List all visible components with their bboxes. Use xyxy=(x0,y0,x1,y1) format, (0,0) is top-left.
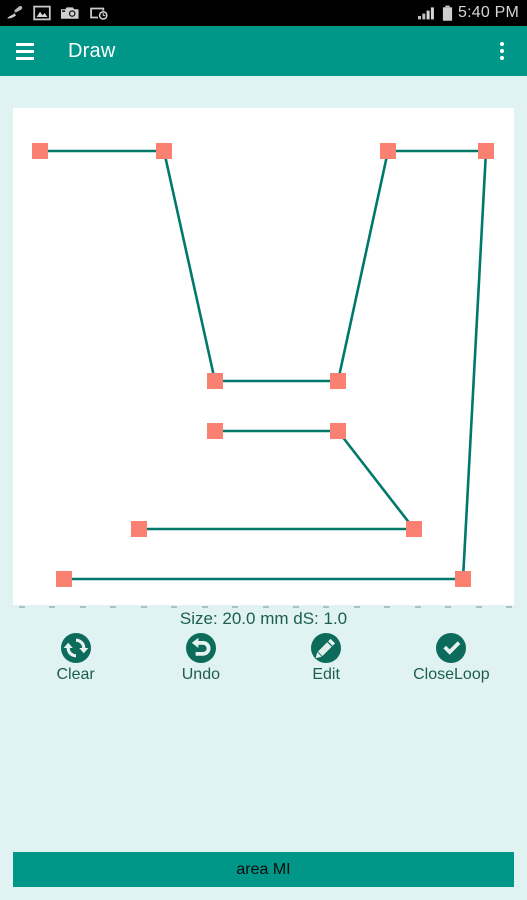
image-icon xyxy=(33,5,51,21)
size-readout: Size: 20.0 mm dS: 1.0 xyxy=(179,609,348,628)
ruler-tick xyxy=(445,606,452,608)
ruler-tick xyxy=(201,606,208,608)
overflow-menu-icon[interactable] xyxy=(491,38,513,64)
ruler-tick xyxy=(262,606,269,608)
edit-button-label: Edit xyxy=(312,666,340,683)
vertex-handle[interactable] xyxy=(380,143,396,159)
ruler-tick xyxy=(323,606,330,608)
ruler-tick xyxy=(414,606,421,608)
app-bar: Draw xyxy=(0,26,527,76)
clear-button[interactable]: Clear xyxy=(13,632,138,690)
undo-button[interactable]: Undo xyxy=(138,632,263,690)
edit-button[interactable]: Edit xyxy=(264,632,389,690)
undo-button-label: Undo xyxy=(181,666,220,683)
ruler-tick xyxy=(506,606,512,608)
vertex-handle[interactable] xyxy=(207,373,223,389)
close-loop-button-label: CloseLoop xyxy=(413,666,490,683)
vertex-handle[interactable] xyxy=(330,423,346,439)
clear-button-label: Clear xyxy=(56,666,95,683)
hamburger-menu-icon[interactable] xyxy=(12,38,38,64)
ruler-tick xyxy=(232,606,239,608)
tool-row: Clear Undo Edit CloseLoop xyxy=(13,632,514,690)
undo-icon xyxy=(185,633,216,663)
ruler-tick xyxy=(79,606,86,608)
ruler-tick xyxy=(49,606,56,608)
outer-polyline xyxy=(40,149,488,581)
ruler-tick xyxy=(110,606,117,608)
vertex-handle[interactable] xyxy=(406,521,422,537)
status-bar-notification-icons xyxy=(6,5,109,21)
drawing-canvas[interactable] xyxy=(13,108,514,605)
vertex-handle[interactable] xyxy=(330,373,346,389)
battery-icon xyxy=(442,5,453,21)
close-loop-button[interactable]: CloseLoop xyxy=(389,632,514,690)
vertex-handle[interactable] xyxy=(56,571,72,587)
vertex-handle[interactable] xyxy=(32,143,48,159)
check-icon xyxy=(436,633,467,663)
ruler-tick xyxy=(140,606,147,608)
inner-polyline xyxy=(139,429,417,531)
ruler-tick xyxy=(475,606,482,608)
page-title: Draw xyxy=(68,39,116,62)
vertex-handle[interactable] xyxy=(478,143,494,159)
ruler-tick xyxy=(171,606,178,608)
camera-icon xyxy=(61,7,79,19)
pencil-icon xyxy=(311,633,342,663)
signal-bars-icon xyxy=(418,7,434,20)
status-bar-system-icons: 5:40 PM xyxy=(417,5,519,22)
vertex-handle[interactable] xyxy=(455,571,471,587)
refresh-icon xyxy=(60,633,91,663)
vertex-handle[interactable] xyxy=(156,143,172,159)
status-bar: 5:40 PM xyxy=(0,0,527,26)
area-ml-button[interactable]: area MI xyxy=(13,852,514,887)
vertex-handle[interactable] xyxy=(131,521,147,537)
vertex-handle-layer[interactable] xyxy=(32,143,494,587)
vertex-handle[interactable] xyxy=(207,423,223,439)
ruler-tick xyxy=(384,606,391,608)
ruler-tick xyxy=(353,606,360,608)
ruler-tick xyxy=(19,606,25,608)
brush-icon xyxy=(7,6,23,19)
status-bar-clock: 5:40 PM xyxy=(458,4,519,21)
ruler-tick xyxy=(292,606,299,608)
app-root: 5:40 PM Draw Size: 20.0 mm dS: 1.0 Clear… xyxy=(0,0,527,900)
screen-recorder-icon xyxy=(90,7,108,20)
drawing-surface[interactable] xyxy=(13,108,514,605)
